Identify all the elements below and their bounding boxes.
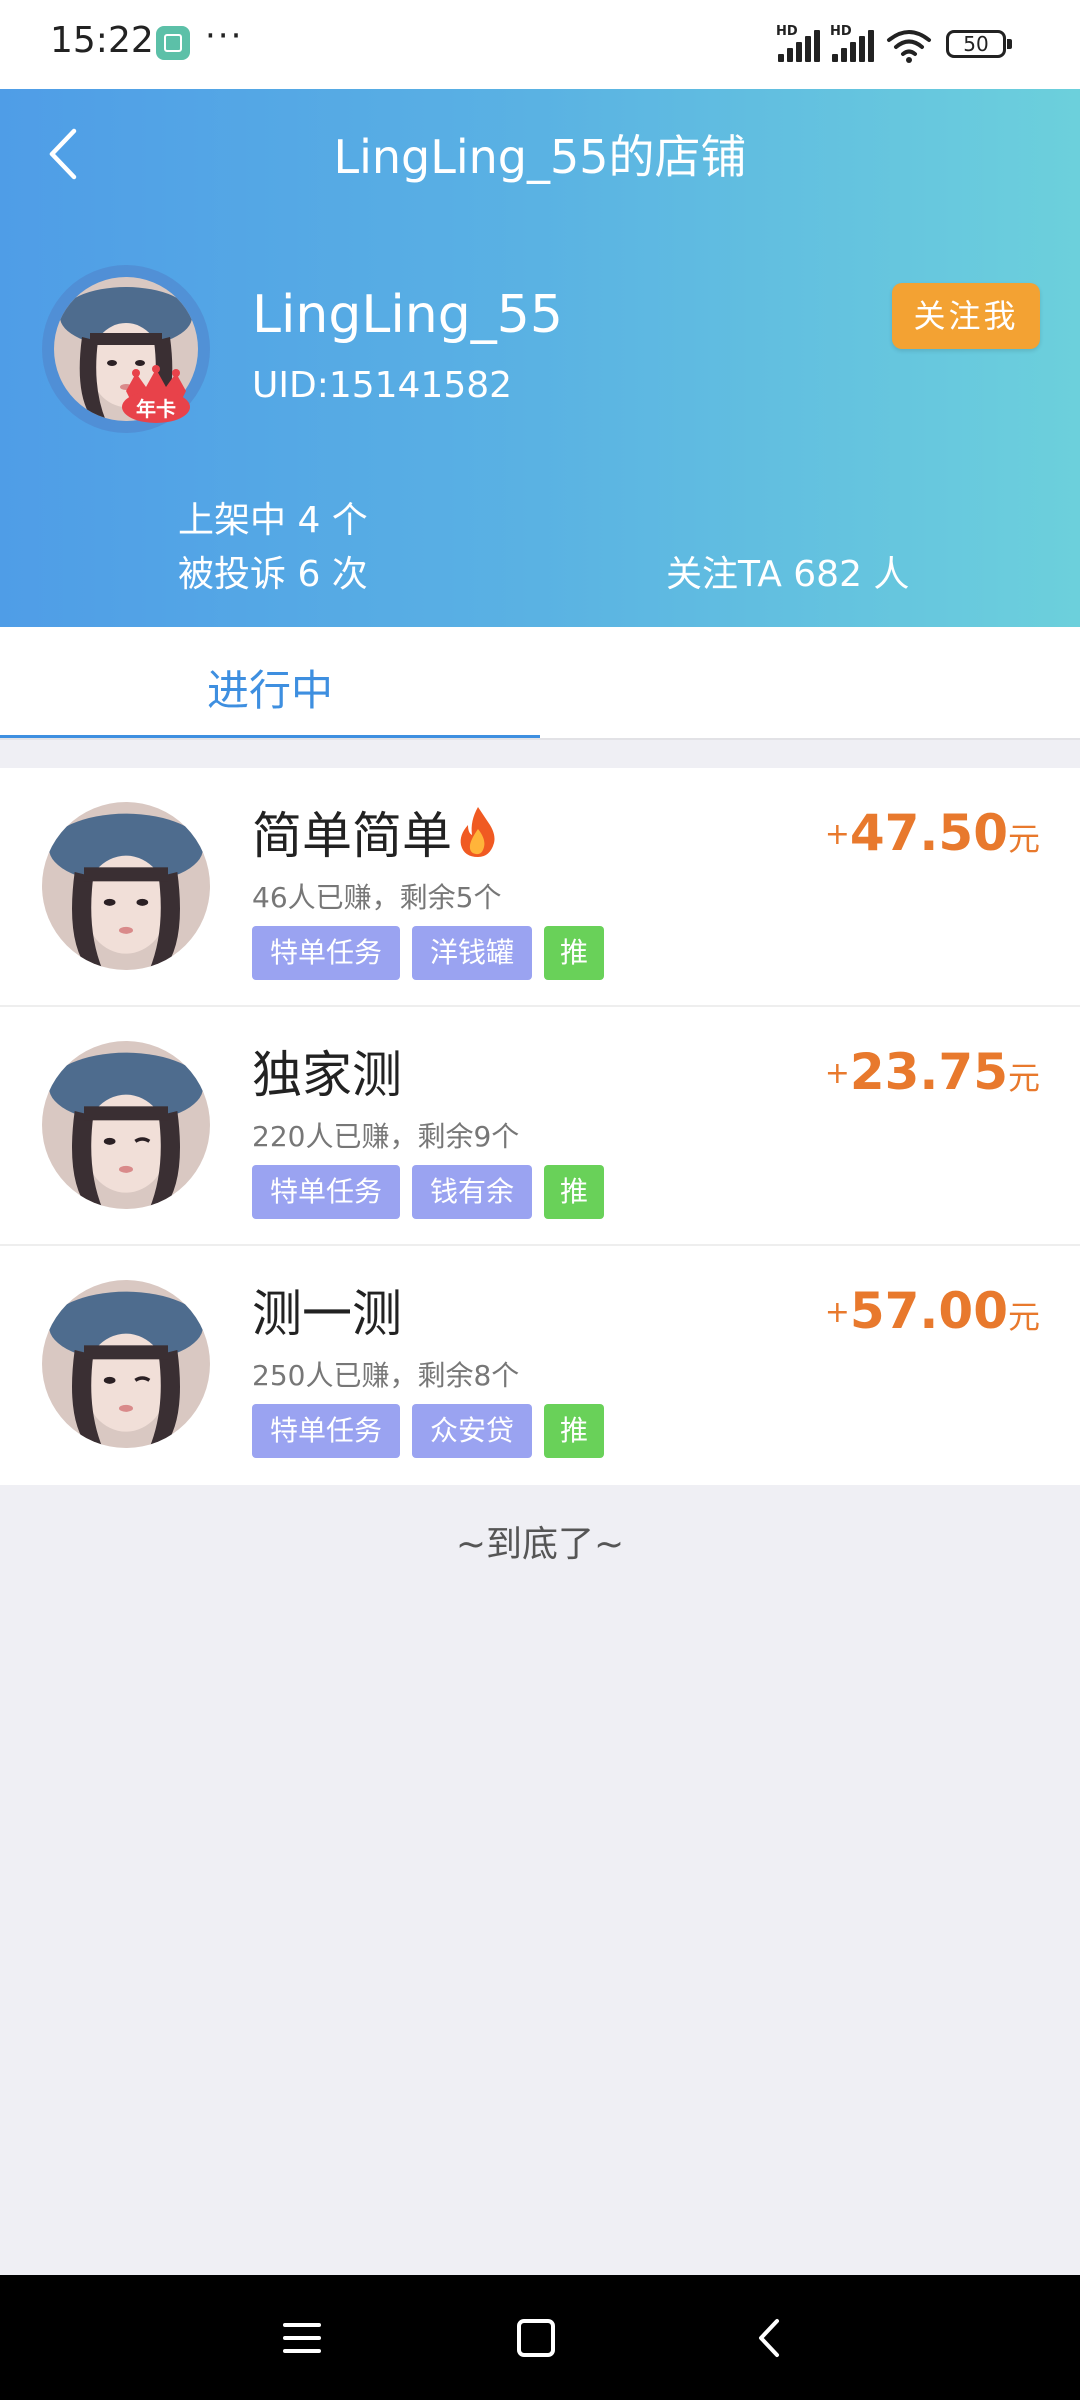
task-item[interactable]: 测一测 250人已赚，剩余8个 特单任务 众安贷 推 +57.00元 xyxy=(0,1246,1080,1485)
page-title: LingLing_55的店铺 xyxy=(333,130,747,184)
reward-amount: 57.00 xyxy=(849,1282,1008,1340)
listed-count: 上架中 4 个 xyxy=(178,500,368,541)
reward-unit: 元 xyxy=(1007,1059,1040,1097)
reward-amount: 47.50 xyxy=(849,804,1008,862)
task-title: 测一测 xyxy=(252,1285,402,1343)
task-tags: 特单任务 众安贷 推 xyxy=(252,1404,616,1458)
badge-label: 年卡 xyxy=(136,397,176,421)
signal-hd-label-2: HD xyxy=(830,24,852,39)
fire-icon xyxy=(460,807,495,857)
app-notification-icon xyxy=(156,26,190,60)
task-tag: 特单任务 xyxy=(252,1165,401,1219)
task-tag: 特单任务 xyxy=(252,926,401,980)
reward-amount: 23.75 xyxy=(849,1043,1008,1101)
shop-header: LingLing_55的店铺 年卡 LingLing_55 UID:151415… xyxy=(0,89,1080,627)
divider xyxy=(0,738,1080,740)
system-navigation-bar xyxy=(0,2275,1080,2400)
task-title: 简单简单 xyxy=(252,796,500,868)
signal-hd-label: HD xyxy=(776,24,798,39)
task-tag: 钱有余 xyxy=(412,1165,533,1219)
task-item[interactable]: 独家测 220人已赚，剩余9个 特单任务 钱有余 推 +23.75元 xyxy=(0,1007,1080,1246)
task-avatar xyxy=(42,802,210,970)
task-title: 独家测 xyxy=(252,1046,402,1104)
complaint-count: 被投诉 6 次 xyxy=(178,554,368,595)
tab-in-progress[interactable]: 进行中 xyxy=(0,627,540,738)
shop-owner-uid: UID:15141582 xyxy=(252,365,513,406)
cellular-signal-icon-2: HD xyxy=(830,24,880,62)
tab-label: 进行中 xyxy=(206,666,333,715)
wifi-icon xyxy=(887,30,931,63)
promoted-tag: 推 xyxy=(544,1165,605,1219)
task-reward: +57.00元 xyxy=(825,1282,1040,1340)
task-progress: 220人已赚，剩余9个 xyxy=(252,1120,520,1153)
task-tag: 众安贷 xyxy=(412,1404,533,1458)
promoted-tag: 推 xyxy=(544,1404,605,1458)
task-reward: +23.75元 xyxy=(825,1043,1040,1101)
follow-button[interactable]: 关注我 xyxy=(892,283,1040,349)
shop-owner-avatar[interactable]: 年卡 xyxy=(42,265,210,433)
menu-icon[interactable] xyxy=(277,2313,327,2363)
reward-unit: 元 xyxy=(1007,1298,1040,1336)
more-notifications-icon: ··· xyxy=(205,16,244,56)
task-tag: 特单任务 xyxy=(252,1404,401,1458)
status-bar: 15:22 ··· HD HD 50 xyxy=(0,0,1080,89)
task-progress: 250人已赚，剩余8个 xyxy=(252,1359,520,1392)
shop-owner-name: LingLing_55 xyxy=(252,285,563,345)
home-icon[interactable] xyxy=(511,2313,561,2363)
back-icon[interactable] xyxy=(745,2313,795,2363)
reward-plus: + xyxy=(824,817,850,852)
task-tags: 特单任务 洋钱罐 推 xyxy=(252,926,616,980)
task-item[interactable]: 简单简单 46人已赚，剩余5个 特单任务 洋钱罐 推 +47.50元 xyxy=(0,768,1080,1007)
task-progress: 46人已赚，剩余5个 xyxy=(252,881,502,914)
task-avatar xyxy=(42,1041,210,1209)
task-avatar xyxy=(42,1280,210,1448)
reward-plus: + xyxy=(824,1056,850,1091)
reward-plus: + xyxy=(824,1295,850,1330)
cellular-signal-icon: HD xyxy=(776,24,826,62)
task-tag: 洋钱罐 xyxy=(412,926,533,980)
task-title-text: 简单简单 xyxy=(252,807,452,865)
annual-card-badge: 年卡 xyxy=(120,365,192,425)
reward-unit: 元 xyxy=(1007,820,1040,858)
task-reward: +47.50元 xyxy=(825,804,1040,862)
task-tags: 特单任务 钱有余 推 xyxy=(252,1165,616,1219)
end-of-list-label: ~到底了~ xyxy=(455,1524,625,1565)
tab-bar: 进行中 xyxy=(0,627,1080,738)
status-time: 15:22 xyxy=(50,20,154,61)
follower-count: 关注TA 682 人 xyxy=(666,554,910,595)
promoted-tag: 推 xyxy=(544,926,605,980)
task-list: 简单简单 46人已赚，剩余5个 特单任务 洋钱罐 推 +47.50元 独家测 2… xyxy=(0,768,1080,1485)
battery-icon: 50 xyxy=(946,30,1012,58)
